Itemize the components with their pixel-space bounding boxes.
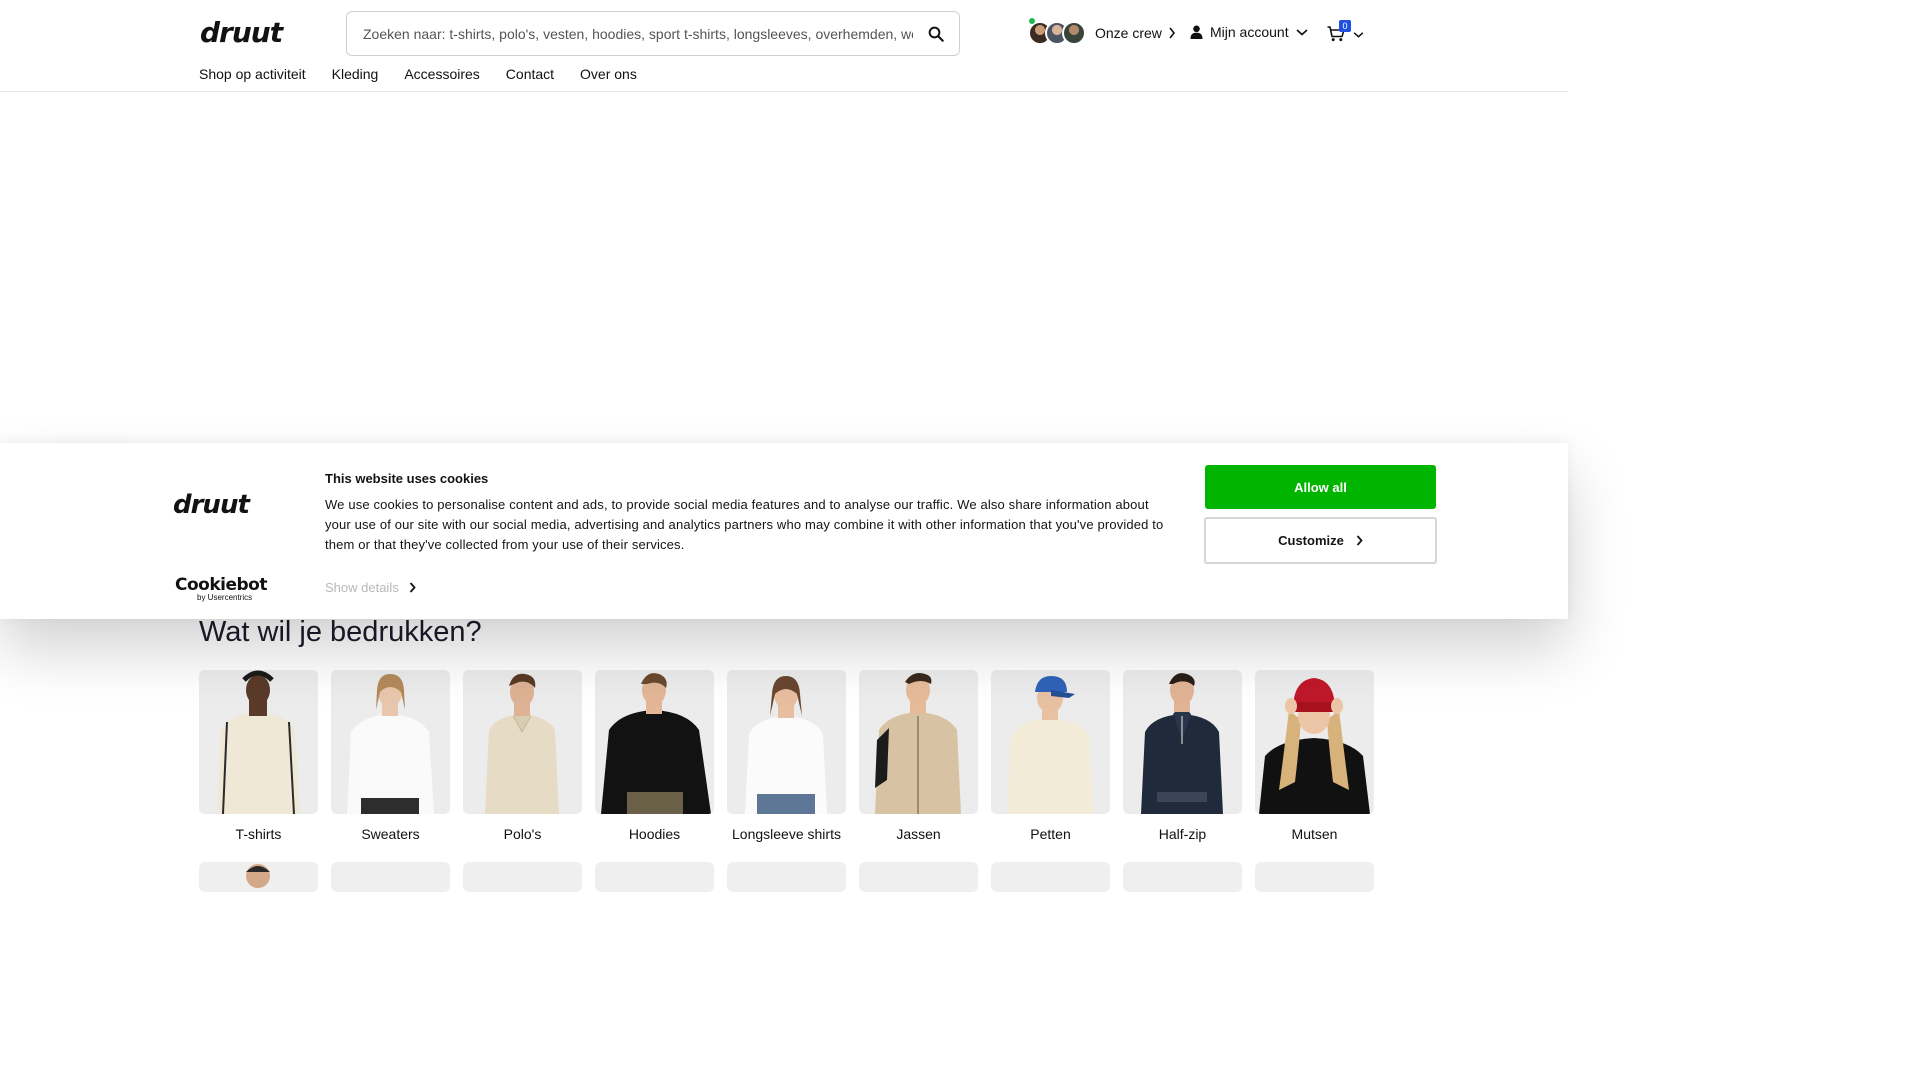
- category-label: Mutsen: [1291, 826, 1338, 842]
- category-label: Polo's: [503, 826, 542, 842]
- category-card-petten[interactable]: Petten: [991, 670, 1110, 842]
- category-card[interactable]: [463, 862, 582, 892]
- cookie-banner-logo: druut: [173, 490, 250, 520]
- person-tshirt-image: [199, 670, 318, 814]
- cookie-description: We use cookies to personalise content an…: [325, 497, 1164, 552]
- site-logo[interactable]: druut: [200, 16, 283, 49]
- category-card-half-zip[interactable]: Half-zip: [1123, 670, 1242, 842]
- category-card[interactable]: [331, 862, 450, 892]
- category-label: Sweaters: [361, 826, 420, 842]
- category-card[interactable]: [199, 862, 318, 892]
- person-longsleeve-image: [727, 670, 846, 814]
- person-polo-image: [463, 670, 582, 814]
- account-label: Mijn account: [1210, 24, 1289, 40]
- crew-avatar: [1062, 21, 1086, 45]
- search-input[interactable]: [363, 12, 913, 55]
- category-label: Longsleeve shirts: [732, 826, 841, 842]
- main-navigation: Shop op activiteit Kleding Accessoires C…: [199, 66, 637, 82]
- person-jacket-image: [859, 670, 978, 814]
- category-label: T-shirts: [235, 826, 282, 842]
- show-details-link[interactable]: Show details: [325, 580, 416, 595]
- category-card-jassen[interactable]: Jassen: [859, 670, 978, 842]
- category-label: Hoodies: [628, 826, 681, 842]
- category-card[interactable]: [595, 862, 714, 892]
- chevron-down-icon: [1353, 32, 1364, 38]
- category-grid-second-row: [199, 862, 1374, 892]
- category-card-sweaters[interactable]: Sweaters: [331, 670, 450, 842]
- person-beanie-image: [1255, 670, 1374, 814]
- chevron-right-icon: [1356, 535, 1363, 546]
- customize-label: Customize: [1278, 533, 1344, 548]
- online-status-dot: [1028, 17, 1036, 25]
- category-label: Jassen: [896, 826, 941, 842]
- nav-item-shop-op-activiteit[interactable]: Shop op activiteit: [199, 66, 306, 82]
- show-details-label: Show details: [325, 580, 399, 595]
- category-card[interactable]: [1255, 862, 1374, 892]
- search-bar[interactable]: [346, 11, 960, 56]
- section-title: Wat wil je bedrukken?: [199, 616, 482, 648]
- category-card-longsleeve-shirts[interactable]: Longsleeve shirts: [727, 670, 846, 842]
- category-card[interactable]: [991, 862, 1110, 892]
- person-sweater-image: [331, 670, 450, 814]
- chevron-down-icon: [1296, 29, 1308, 36]
- cart-button[interactable]: 0: [1327, 20, 1367, 48]
- chevron-right-icon: [409, 582, 416, 593]
- crew-link[interactable]: Onze crew: [1028, 17, 1176, 46]
- crew-label: Onze crew: [1095, 25, 1162, 41]
- nav-item-contact[interactable]: Contact: [506, 66, 554, 82]
- person-hoodie-image: [595, 670, 714, 814]
- cookiebot-logo-text: Cookiebot: [175, 575, 267, 595]
- nav-item-kleding[interactable]: Kleding: [332, 66, 379, 82]
- category-label: Petten: [1030, 826, 1071, 842]
- category-card-mutsen[interactable]: Mutsen: [1255, 670, 1374, 842]
- category-card[interactable]: [1123, 862, 1242, 892]
- user-icon: [1190, 25, 1203, 39]
- search-icon[interactable]: [927, 25, 945, 43]
- category-card[interactable]: [727, 862, 846, 892]
- person-cap-image: [991, 670, 1110, 814]
- chevron-right-icon: [1169, 27, 1175, 39]
- nav-item-over-ons[interactable]: Over ons: [580, 66, 637, 82]
- site-header: druut Onze crew Mijn account: [0, 0, 1568, 92]
- cart-count-badge: 0: [1339, 20, 1351, 32]
- category-card-tshirts[interactable]: T-shirts: [199, 670, 318, 842]
- category-card-polos[interactable]: Polo's: [463, 670, 582, 842]
- person-halfzip-image: [1123, 670, 1242, 814]
- category-grid: T-shirts Sweaters Polo's Hoodies Longsle…: [199, 670, 1374, 842]
- nav-item-accessoires[interactable]: Accessoires: [404, 66, 479, 82]
- cookiebot-logo: Cookiebot by Usercentrics: [175, 575, 267, 602]
- cookie-title: This website uses cookies: [325, 471, 489, 486]
- allow-all-button[interactable]: Allow all: [1205, 465, 1436, 509]
- category-card-hoodies[interactable]: Hoodies: [595, 670, 714, 842]
- account-menu[interactable]: Mijn account: [1190, 24, 1308, 40]
- category-label: Half-zip: [1158, 826, 1207, 842]
- category-card[interactable]: [859, 862, 978, 892]
- customize-button[interactable]: Customize: [1204, 517, 1437, 564]
